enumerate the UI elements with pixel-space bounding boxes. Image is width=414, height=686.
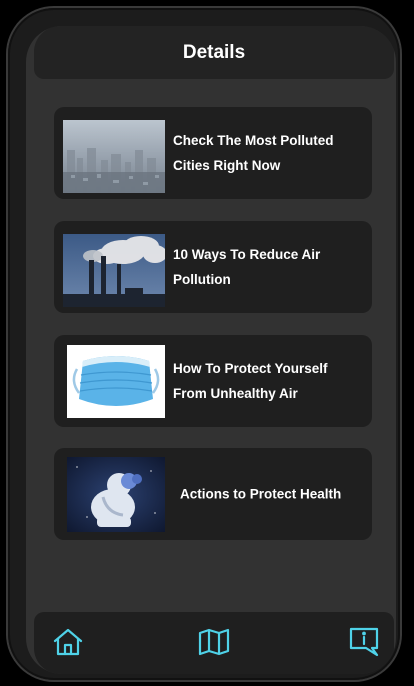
article-card-protect-yourself[interactable]: How To Protect Yourself From Unhealthy A… [54,335,372,427]
header-bar: Details [34,26,394,79]
card-title: Check The Most Polluted Cities Right Now [173,133,334,173]
factory-smoke-image [63,234,165,307]
polluted-city-image [63,120,165,193]
home-icon[interactable] [52,626,84,658]
article-card-polluted-cities[interactable]: Check The Most Polluted Cities Right Now [54,107,372,199]
phone-frame: Details Check The Most Polluted Cities R… [8,8,400,680]
article-card-reduce-pollution[interactable]: 10 Ways To Reduce Air Pollution [54,221,372,313]
card-title: 10 Ways To Reduce Air Pollution [173,247,321,287]
map-icon[interactable] [198,626,230,658]
info-message-icon[interactable] [348,626,380,658]
page-title: Details [182,41,246,63]
card-title: Actions to Protect Health [180,486,342,502]
face-mask-image [67,345,165,418]
app-screen: Details Check The Most Polluted Cities R… [26,26,396,674]
card-title: How To Protect Yourself From Unhealthy A… [173,361,328,401]
protective-suit-person-image [67,457,165,532]
article-card-protect-health[interactable]: Actions to Protect Health [54,448,372,540]
bottom-nav-bar [34,612,394,674]
